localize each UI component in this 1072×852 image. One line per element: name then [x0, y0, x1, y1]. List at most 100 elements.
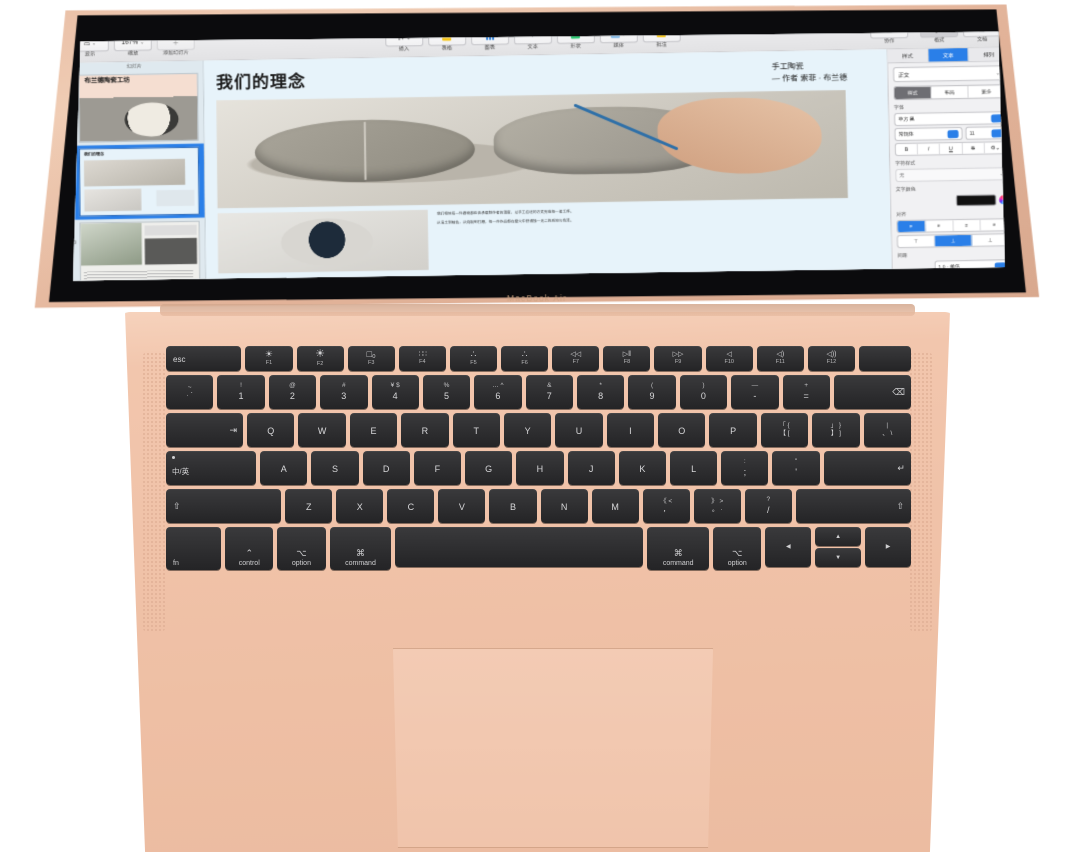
slide-thumbnail-2[interactable]: 2 我们的理念 [73, 144, 205, 220]
key-bracket-right[interactable]: 」 }】 ] [812, 413, 860, 447]
key-s[interactable]: S [311, 451, 359, 485]
key-n[interactable]: N [540, 489, 588, 523]
key-slash[interactable]: ? / [744, 489, 792, 523]
key-r[interactable]: R [401, 413, 449, 447]
key-f2[interactable]: ☀ F2 [296, 346, 344, 371]
key-f11[interactable]: ◁) F11 [756, 346, 804, 371]
key-3[interactable]: #3 [320, 375, 368, 409]
align-center-button[interactable]: ≡ [925, 220, 953, 231]
key-1[interactable]: ! 1 [217, 375, 265, 409]
strikethrough-button[interactable]: S [962, 143, 984, 154]
key-f12[interactable]: ◁)) F12 [807, 346, 856, 371]
key-arrow-left[interactable]: ◀ [765, 527, 812, 567]
key-f7[interactable]: ◁◁ F7 [552, 346, 600, 371]
inspector-sub-tabs[interactable]: 样式 布局 更多 [893, 84, 1005, 100]
key-f9[interactable]: ▷▷ F9 [654, 346, 702, 371]
inspector-tabs[interactable]: 样式 文本 排列 [888, 47, 1005, 63]
font-family-select[interactable]: 苹方 黑 [894, 111, 1005, 126]
key-return[interactable]: ↵ [823, 451, 911, 485]
key-p[interactable]: P [709, 413, 757, 447]
key-z[interactable]: Z [285, 489, 333, 523]
key-b[interactable]: B [489, 489, 537, 523]
key-d[interactable]: D [362, 451, 410, 485]
key-f1[interactable]: ☀ F1 [245, 346, 293, 371]
key-semicolon[interactable]: :; [721, 451, 769, 485]
hero-image[interactable] [216, 90, 848, 208]
key-backtick[interactable]: ~ · ` [166, 375, 214, 409]
key-c[interactable]: C [387, 489, 435, 523]
subtab-style[interactable]: 样式 [894, 87, 931, 100]
font-size-field[interactable]: 11 [965, 126, 1005, 140]
slide-canvas[interactable]: 我们的理念 手工陶瓷 — 作者 索菲 · 布兰德 我们相信每一件器物都应该承载制… [204, 49, 892, 282]
align-middle-button[interactable]: ⊥ [935, 235, 972, 247]
key-f4[interactable]: ∷∷ F4 [398, 346, 446, 371]
key-command-right[interactable]: ⌘ command [647, 527, 710, 570]
key-arrow-down[interactable]: ▼ [815, 548, 862, 567]
key-9[interactable]: (9 [628, 375, 676, 409]
key-m[interactable]: M [591, 489, 639, 523]
slide-navigator[interactable]: 幻灯片 1 布兰德陶瓷工坊 2 我们的理念 [73, 61, 206, 282]
tab-text[interactable]: 文本 [928, 48, 969, 62]
format-inspector[interactable]: 样式 文本 排列 正文 ⌄ 样式 布局 更多 字体 苹方 黑 常规体 11 B … [887, 47, 1005, 271]
align-bottom-button[interactable]: ⊥ [972, 234, 1005, 246]
key-quote[interactable]: " ' [772, 451, 820, 485]
slide-body-text[interactable]: 我们相信每一件器物都应该承载制作者的温度，以手工拉坯的方式完成每一道工序。 从混… [437, 202, 879, 226]
subtab-layout[interactable]: 布局 [931, 86, 968, 99]
character-style-select[interactable]: 无 ⌄ [895, 167, 1005, 182]
key-equals[interactable]: + = [782, 375, 830, 409]
keyboard[interactable]: esc ☀ F1 ☀ F2 □₀ F3 ∷∷ F4 ∴ F5 ∴ F6 ◁◁ F7 ▷‖ F8 … [166, 346, 912, 574]
key-8[interactable]: * 8 [577, 375, 625, 409]
key-7[interactable]: & 7 [525, 375, 573, 409]
arrow-up-down-group[interactable]: ▲ ▼ [815, 527, 862, 570]
key-y[interactable]: Y [503, 413, 552, 447]
key-e[interactable]: E [349, 413, 398, 447]
tab-style[interactable]: 样式 [888, 49, 929, 63]
paragraph-style-select[interactable]: 正文 ⌄ [893, 65, 1005, 82]
font-style-buttons[interactable]: B I U S ⚙⌄ [895, 141, 1005, 156]
key-f6[interactable]: ∴ F6 [501, 346, 549, 371]
toolbar-document-button[interactable]: ▤ 文档 [963, 30, 1001, 43]
key-j[interactable]: J [567, 451, 615, 485]
key-arrow-right[interactable]: ▶ [865, 527, 911, 567]
horizontal-alignment-buttons[interactable]: ≡ ≡ ≡ ≡ [896, 218, 1005, 233]
underline-button[interactable]: U [940, 143, 962, 154]
key-u[interactable]: U [555, 413, 603, 447]
key-t[interactable]: T [452, 413, 500, 447]
slide-byline[interactable]: 手工陶瓷 — 作者 索菲 · 布兰德 [771, 60, 847, 84]
key-shift-right[interactable]: ⇧ [795, 489, 912, 523]
key-tab[interactable]: ⇥ [166, 413, 244, 447]
key-a[interactable]: A [260, 451, 308, 485]
key-control[interactable]: ⌃ control [225, 527, 274, 570]
key-6[interactable]: … ^ 6 [474, 375, 522, 409]
key-caps-lock[interactable]: 中/英 [166, 451, 257, 485]
align-right-button[interactable]: ≡ [953, 220, 981, 231]
key-w[interactable]: W [298, 413, 346, 447]
key-i[interactable]: I [606, 413, 655, 447]
vertical-alignment-buttons[interactable]: ⊤ ⊥ ⊥ [897, 233, 1005, 248]
key-shift-left[interactable]: ⇧ [166, 489, 282, 523]
key-esc[interactable]: esc [166, 346, 242, 371]
key-f3[interactable]: □₀ F3 [347, 346, 395, 371]
align-justify-button[interactable]: ≡ [981, 219, 1005, 230]
key-fn[interactable]: fn [166, 527, 222, 570]
bold-button[interactable]: B [896, 144, 918, 155]
key-touch-id[interactable] [859, 346, 911, 371]
key-x[interactable]: X [336, 489, 384, 523]
key-comma[interactable]: 《 <， [642, 489, 690, 523]
align-top-button[interactable]: ⊤ [898, 236, 935, 248]
key-minus[interactable]: — - [731, 375, 779, 409]
key-5[interactable]: % 5 [422, 375, 471, 409]
key-4[interactable]: ¥ $4 [371, 375, 419, 409]
key-f5[interactable]: ∴ F5 [449, 346, 498, 371]
key-bracket-left[interactable]: 「 {【 [ [760, 413, 809, 447]
text-color-swatch[interactable] [956, 194, 996, 206]
key-0[interactable]: ) 0 [679, 375, 728, 409]
trackpad[interactable] [392, 648, 714, 848]
key-option-right[interactable]: ⌥ option [713, 527, 762, 570]
slide-thumbnail-3[interactable]: 3 [73, 218, 205, 283]
key-g[interactable]: G [465, 451, 513, 485]
key-delete[interactable]: ⌫ [833, 375, 911, 409]
key-f8[interactable]: ▷‖ F8 [603, 346, 651, 371]
key-arrow-up[interactable]: ▲ [815, 527, 862, 546]
key-q[interactable]: Q [247, 413, 295, 447]
